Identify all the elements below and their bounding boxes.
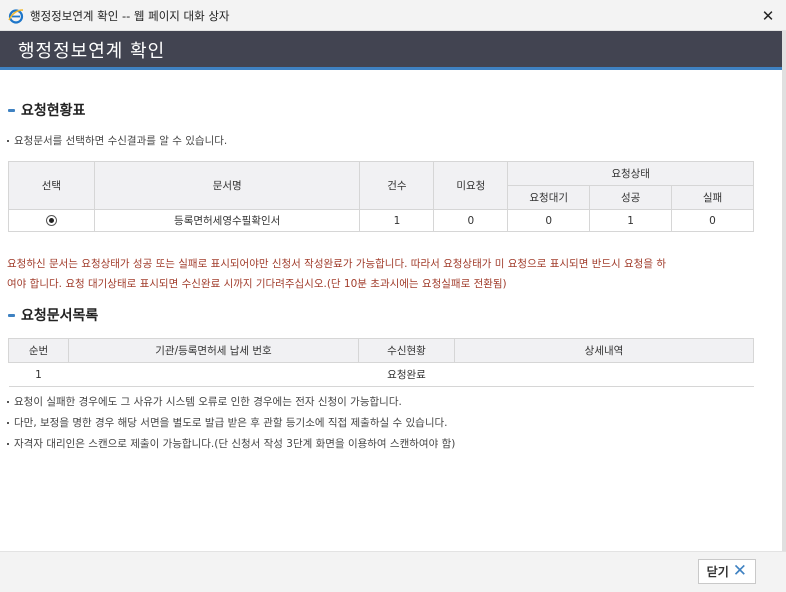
request-status-note-text: 요청문서를 선택하면 수신결과를 알 수 있습니다. xyxy=(14,135,228,147)
note-item: 자격자 대리인은 스캔으로 제출이 가능합니다.(단 신청서 작성 3단계 화면… xyxy=(7,436,455,451)
received-cell: 요청완료 xyxy=(358,362,455,387)
window-titlebar: 행정정보연계 확인 -- 웹 페이지 대화 상자 ✕ xyxy=(0,0,786,31)
section-marker-icon xyxy=(8,313,15,317)
request-docs-heading: 요청문서목록 xyxy=(8,305,98,325)
page-title: 행정정보연계 확인 xyxy=(18,41,166,62)
dialog-header: 행정정보연계 확인 xyxy=(0,31,786,70)
request-docs-title: 요청문서목록 xyxy=(21,308,99,324)
close-button[interactable]: 닫기 ✕ xyxy=(697,559,756,584)
bullet-icon xyxy=(7,443,9,445)
column-header-agency: 기관/등록면허세 납세 번호 xyxy=(68,338,359,363)
column-header-success: 성공 xyxy=(589,185,673,210)
bullet-icon xyxy=(7,401,9,403)
column-header-seq: 순번 xyxy=(8,338,69,363)
window-close-button[interactable]: ✕ xyxy=(750,0,786,31)
waiting-cell: 0 xyxy=(507,209,591,232)
column-header-select: 선택 xyxy=(8,161,95,210)
column-header-received: 수신현황 xyxy=(358,338,455,363)
select-radio[interactable] xyxy=(45,215,57,226)
note-text-2: 다만, 보정을 명한 경우 해당 서면을 별도로 발급 받은 후 관할 등기소에… xyxy=(14,417,448,429)
request-docs-table: 순번 기관/등록면허세 납세 번호 수신현황 상세내역 1 요청완료 xyxy=(8,338,754,387)
seq-cell: 1 xyxy=(8,362,69,387)
column-header-waiting: 요청대기 xyxy=(507,185,591,210)
close-button-label: 닫기 xyxy=(706,565,729,579)
window-title: 행정정보연계 확인 -- 웹 페이지 대화 상자 xyxy=(30,9,230,23)
note-item: 다만, 보정을 명한 경우 해당 서면을 별도로 발급 받은 후 관할 등기소에… xyxy=(7,415,447,430)
detail-cell xyxy=(454,362,754,387)
bullet-icon xyxy=(7,422,9,424)
note-item: 요청이 실패한 경우에도 그 사유가 시스템 오류로 인한 경우에는 전자 신청… xyxy=(7,394,402,409)
request-status-heading: 요청현황표 xyxy=(8,100,85,120)
request-status-note: 요청문서를 선택하면 수신결과를 알 수 있습니다. xyxy=(7,133,227,148)
vertical-scrollbar[interactable] xyxy=(782,31,786,551)
column-header-doc-name: 문서명 xyxy=(93,161,361,210)
count-cell: 1 xyxy=(359,209,435,232)
agency-cell xyxy=(68,362,359,387)
dialog-footer: 닫기 ✕ xyxy=(0,551,786,592)
request-status-title: 요청현황표 xyxy=(21,103,86,119)
warning-line-2: 여야 합니다. 요청 대기상태로 표시되면 수신완료 시까지 기다려주십시오.(… xyxy=(7,278,507,290)
internet-explorer-icon xyxy=(8,9,24,24)
doc-name-cell: 등록면허세영수필확인서 xyxy=(93,209,361,232)
warning-line-1: 요청하신 문서는 요청상태가 성공 또는 실패로 표시되어야만 신청서 작성완료… xyxy=(7,258,666,270)
table-row[interactable]: 등록면허세영수필확인서 1 0 0 1 0 xyxy=(8,209,754,232)
note-text-1: 요청이 실패한 경우에도 그 사유가 시스템 오류로 인한 경우에는 전자 신청… xyxy=(14,396,402,408)
section-marker-icon xyxy=(8,108,15,112)
column-header-count: 건수 xyxy=(359,161,435,210)
column-header-not-requested: 미요청 xyxy=(433,161,509,210)
column-header-request-state: 요청상태 xyxy=(507,161,754,186)
not-requested-cell: 0 xyxy=(433,209,509,232)
select-cell[interactable] xyxy=(8,209,95,232)
success-cell: 1 xyxy=(589,209,673,232)
table-row[interactable]: 1 요청완료 xyxy=(8,362,754,387)
bullet-icon xyxy=(7,140,9,142)
warning-message: 요청하신 문서는 요청상태가 성공 또는 실패로 표시되어야만 신청서 작성완료… xyxy=(7,254,759,294)
note-text-3: 자격자 대리인은 스캔으로 제출이 가능합니다.(단 신청서 작성 3단계 화면… xyxy=(14,438,456,450)
close-icon: ✕ xyxy=(732,561,747,581)
column-header-detail: 상세내역 xyxy=(454,338,754,363)
fail-cell: 0 xyxy=(671,209,754,232)
column-header-fail: 실패 xyxy=(671,185,754,210)
request-status-table: 선택 문서명 건수 미요청 요청상태 요청대기 성공 실패 등록면허세영수필확인… xyxy=(8,161,754,232)
